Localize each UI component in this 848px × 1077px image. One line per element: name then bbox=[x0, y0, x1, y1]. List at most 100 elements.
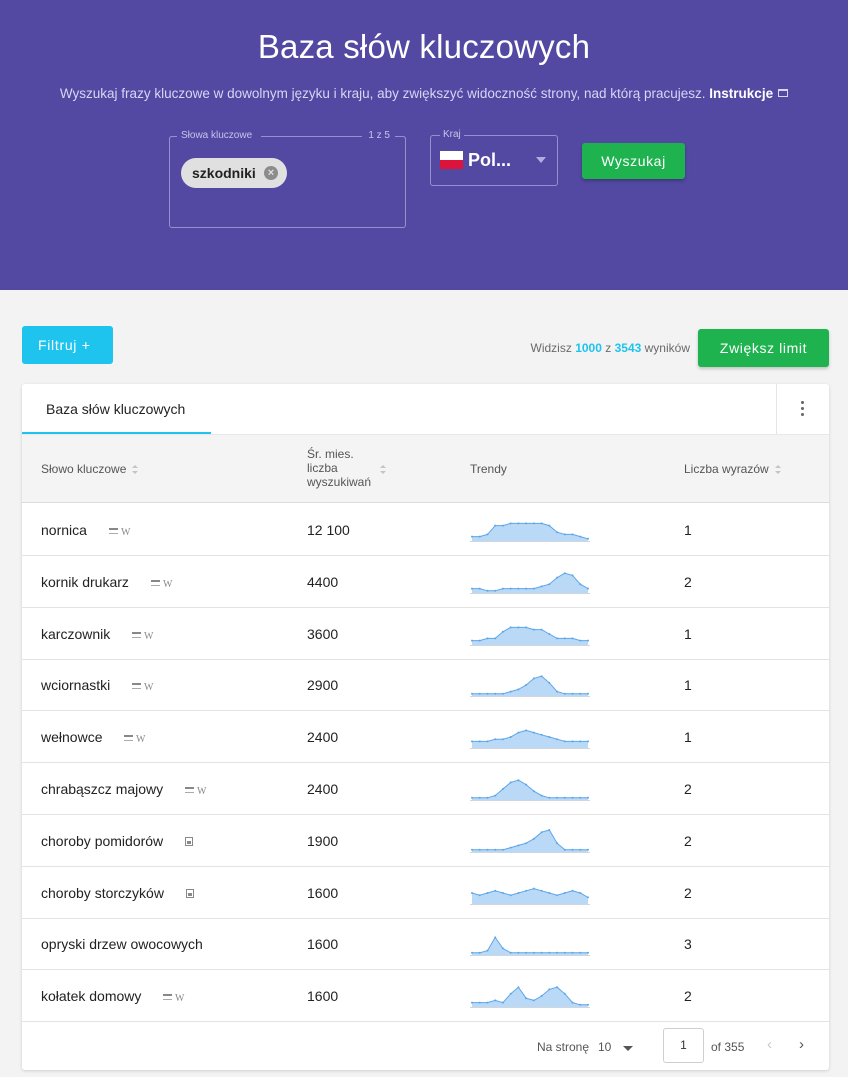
trend-point bbox=[540, 522, 543, 525]
wiki-icon[interactable]: W bbox=[144, 631, 153, 642]
subtitle-text: Wyszukaj frazy kluczowe w dowolnym język… bbox=[59, 86, 706, 101]
trend-point bbox=[509, 781, 512, 784]
keyword-feature-icons: W bbox=[185, 781, 206, 797]
wiki-icon[interactable]: W bbox=[144, 682, 153, 693]
keyword-cell[interactable]: wełnowce bbox=[41, 729, 102, 745]
tab-keyword-database[interactable]: Baza słów kluczowych bbox=[22, 384, 211, 434]
column-volume[interactable]: Śr. mies. liczba wyszukiwań bbox=[307, 447, 379, 489]
trend-point bbox=[556, 531, 559, 534]
volume-cell: 12 100 bbox=[307, 522, 350, 538]
trend-point bbox=[587, 952, 589, 955]
volume-cell: 1600 bbox=[307, 884, 339, 901]
column-volume-label: Śr. mies. liczba wyszukiwań bbox=[307, 447, 372, 489]
wiki-icon[interactable]: W bbox=[163, 579, 172, 590]
keywords-field[interactable]: Słowa kluczowe 1 z 5 szkodniki × bbox=[169, 130, 406, 228]
keyword-cell[interactable]: wciornastki bbox=[41, 677, 110, 693]
trend-point bbox=[556, 952, 559, 955]
serp-icon[interactable] bbox=[132, 683, 141, 690]
trend-point bbox=[478, 535, 481, 538]
column-word-count[interactable]: Liczba wyrazów bbox=[684, 462, 781, 476]
external-link-icon[interactable] bbox=[778, 89, 789, 97]
keyword-feature-icons: W bbox=[132, 626, 153, 642]
sort-icon[interactable] bbox=[132, 465, 139, 475]
instructions-link[interactable]: Instrukcje bbox=[709, 86, 773, 101]
chevron-down-icon[interactable] bbox=[623, 1046, 633, 1051]
image-icon[interactable] bbox=[186, 888, 194, 898]
search-button[interactable]: Wyszukaj bbox=[582, 143, 685, 179]
table-row[interactable]: wciornastki W 2900 1 bbox=[22, 659, 829, 712]
table-row[interactable]: nornica W 12 100 1 bbox=[22, 504, 829, 556]
trend-point bbox=[525, 729, 528, 732]
wiki-icon[interactable]: W bbox=[175, 993, 184, 1004]
serp-icon[interactable] bbox=[163, 994, 172, 1001]
trend-point bbox=[556, 636, 559, 639]
keyword-cell[interactable]: choroby pomidorów bbox=[41, 833, 163, 849]
more-options-icon[interactable] bbox=[776, 384, 829, 434]
wiki-icon[interactable]: W bbox=[136, 734, 145, 745]
trend-point bbox=[548, 952, 551, 955]
trend-point bbox=[525, 625, 528, 628]
next-page-icon[interactable]: › bbox=[799, 1036, 804, 1053]
keyword-cell[interactable]: kornik drukarz bbox=[41, 574, 129, 590]
trend-point bbox=[478, 848, 481, 851]
table-row[interactable]: choroby pomidorów 1900 2 bbox=[22, 815, 829, 867]
trend-point bbox=[587, 537, 589, 540]
keyword-cell[interactable]: chrabąszcz majowy bbox=[41, 781, 163, 797]
keyword-cell[interactable]: nornica bbox=[41, 522, 87, 538]
volume-cell: 2400 bbox=[307, 729, 339, 746]
results-prefix: Widzisz bbox=[530, 341, 572, 355]
table-row[interactable]: kornik drukarz W 4400 2 bbox=[22, 556, 829, 608]
table-row[interactable]: kołatek domowy W 1600 2 bbox=[22, 970, 829, 1023]
wiki-icon[interactable]: W bbox=[197, 786, 206, 797]
results-mid: z bbox=[605, 341, 612, 355]
keyword-feature-icons: W bbox=[124, 729, 145, 745]
total-pages: of 355 bbox=[711, 1040, 745, 1054]
results-total: 3543 bbox=[614, 341, 642, 355]
wiki-icon[interactable]: W bbox=[121, 527, 130, 538]
trend-point bbox=[548, 988, 551, 991]
filter-button[interactable]: Filtruj + bbox=[22, 326, 113, 364]
page-number-input[interactable]: 1 bbox=[663, 1028, 704, 1063]
chip-remove-icon[interactable]: × bbox=[264, 166, 278, 180]
column-keyword[interactable]: Słowo kluczowe bbox=[41, 462, 139, 476]
serp-icon[interactable] bbox=[124, 735, 133, 742]
trend-point bbox=[501, 524, 504, 527]
table-row[interactable]: karczownik W 3600 1 bbox=[22, 608, 829, 660]
sort-icon[interactable] bbox=[774, 465, 781, 475]
prev-page-icon[interactable]: ‹ bbox=[767, 1036, 772, 1053]
trend-sparkline bbox=[470, 625, 590, 646]
serp-icon[interactable] bbox=[185, 787, 194, 793]
trend-point bbox=[501, 738, 504, 741]
trend-area bbox=[472, 626, 588, 645]
trend-point bbox=[471, 796, 473, 799]
trend-point bbox=[525, 841, 528, 844]
trend-area bbox=[472, 987, 588, 1008]
serp-icon[interactable] bbox=[109, 528, 118, 534]
country-select[interactable]: Kraj Pol... bbox=[430, 129, 558, 186]
trend-point bbox=[525, 522, 528, 525]
trend-point bbox=[532, 522, 535, 525]
keyword-chip[interactable]: szkodniki × bbox=[181, 158, 287, 188]
trend-point bbox=[563, 571, 566, 574]
table-row[interactable]: choroby storczyków 1600 2 bbox=[22, 867, 829, 919]
table-row[interactable]: chrabąszcz majowy W 2400 2 bbox=[22, 763, 829, 815]
trend-point bbox=[532, 587, 535, 590]
serp-icon[interactable] bbox=[151, 579, 160, 586]
chevron-down-icon[interactable] bbox=[536, 157, 546, 163]
trend-point bbox=[548, 736, 551, 739]
keyword-cell[interactable]: karczownik bbox=[41, 626, 110, 642]
table-row[interactable]: opryski drzew owocowych 1600 3 bbox=[22, 918, 829, 971]
serp-icon[interactable] bbox=[132, 631, 141, 638]
table-row[interactable]: wełnowce W 2400 1 bbox=[22, 711, 829, 764]
keyword-cell[interactable]: choroby storczyków bbox=[41, 885, 164, 901]
sort-icon[interactable] bbox=[380, 465, 386, 474]
country-value: Pol... bbox=[468, 150, 512, 170]
per-page-select[interactable]: 10 bbox=[598, 1040, 611, 1054]
increase-limit-button[interactable]: Zwiększ limit bbox=[698, 329, 829, 367]
trend-point bbox=[486, 693, 489, 696]
keyword-cell[interactable]: opryski drzew owocowych bbox=[41, 936, 203, 952]
trend-point bbox=[563, 952, 566, 955]
image-icon[interactable] bbox=[185, 836, 193, 846]
trend-point bbox=[556, 796, 559, 799]
keyword-cell[interactable]: kołatek domowy bbox=[41, 988, 141, 1004]
